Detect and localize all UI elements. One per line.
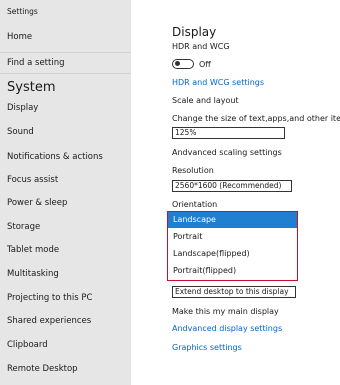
orientation-option-portrait[interactable]: Portrait bbox=[168, 229, 297, 245]
sidebar-divider bbox=[0, 73, 131, 74]
sidebar-item-remote-desktop[interactable]: Remote Desktop bbox=[7, 364, 78, 374]
sidebar-item-multitasking[interactable]: Multitasking bbox=[7, 269, 59, 279]
sidebar-divider bbox=[0, 52, 131, 53]
scale-select[interactable]: 125% bbox=[172, 127, 285, 139]
scale-layout-heading: Scale and layout bbox=[172, 96, 239, 105]
sidebar-item-focus-assist[interactable]: Focus assist bbox=[7, 175, 58, 185]
sidebar-item-projecting[interactable]: Projecting to this PC bbox=[7, 293, 92, 303]
main-panel: Display HDR and WCG Off HDR and WCG sett… bbox=[131, 0, 340, 385]
sidebar-item-storage[interactable]: Storage bbox=[7, 222, 40, 232]
orientation-option-landscape-flipped[interactable]: Landscape(flipped) bbox=[168, 246, 297, 262]
sidebar-item-power-sleep[interactable]: Power & sleep bbox=[7, 198, 67, 208]
sidebar-item-clipboard[interactable]: Clipboard bbox=[7, 340, 48, 350]
multiple-displays-select[interactable]: Extend desktop to this display bbox=[172, 286, 296, 298]
hdr-toggle-state: Off bbox=[199, 60, 211, 69]
graphics-settings-link[interactable]: Graphics settings bbox=[172, 343, 242, 352]
orientation-option-landscape[interactable]: Landscape bbox=[168, 212, 297, 228]
hdr-label: HDR and WCG bbox=[172, 42, 230, 51]
sidebar-item-tablet-mode[interactable]: Tablet mode bbox=[7, 245, 59, 255]
sidebar-item-shared-experiences[interactable]: Shared experiences bbox=[7, 316, 91, 326]
resolution-select[interactable]: 2560*1600 (Recommended) bbox=[172, 180, 292, 192]
sidebar-item-display[interactable]: Display bbox=[7, 103, 38, 113]
advanced-display-link[interactable]: Andvanced display settings bbox=[172, 324, 282, 333]
orientation-dropdown[interactable]: Landscape Portrait Landscape(flipped) Po… bbox=[167, 211, 298, 281]
orientation-label: Orientation bbox=[172, 200, 218, 209]
sidebar: Settings Home Find a setting System Disp… bbox=[0, 0, 131, 385]
hdr-settings-link[interactable]: HDR and WCG settings bbox=[172, 78, 264, 87]
find-setting-field[interactable]: Find a setting bbox=[7, 58, 65, 68]
sidebar-item-notifications[interactable]: Notifications & actions bbox=[7, 152, 103, 162]
toggle-knob-icon bbox=[175, 61, 180, 67]
make-main-display-checkbox[interactable]: Make this my main display bbox=[172, 307, 279, 316]
page-title: Display bbox=[172, 25, 217, 39]
hdr-toggle[interactable] bbox=[172, 59, 194, 69]
advanced-scaling-link[interactable]: Andvanced scaling settings bbox=[172, 148, 282, 157]
sidebar-section-system: System bbox=[7, 80, 56, 95]
orientation-option-portrait-flipped[interactable]: Portrait(flipped) bbox=[168, 263, 297, 279]
sidebar-item-home[interactable]: Home bbox=[7, 32, 32, 42]
sidebar-item-sound[interactable]: Sound bbox=[7, 127, 34, 137]
resolution-label: Resolution bbox=[172, 166, 214, 175]
change-size-label: Change the size of text,apps,and other i… bbox=[172, 114, 340, 123]
sidebar-settings-label: Settings bbox=[7, 7, 38, 16]
